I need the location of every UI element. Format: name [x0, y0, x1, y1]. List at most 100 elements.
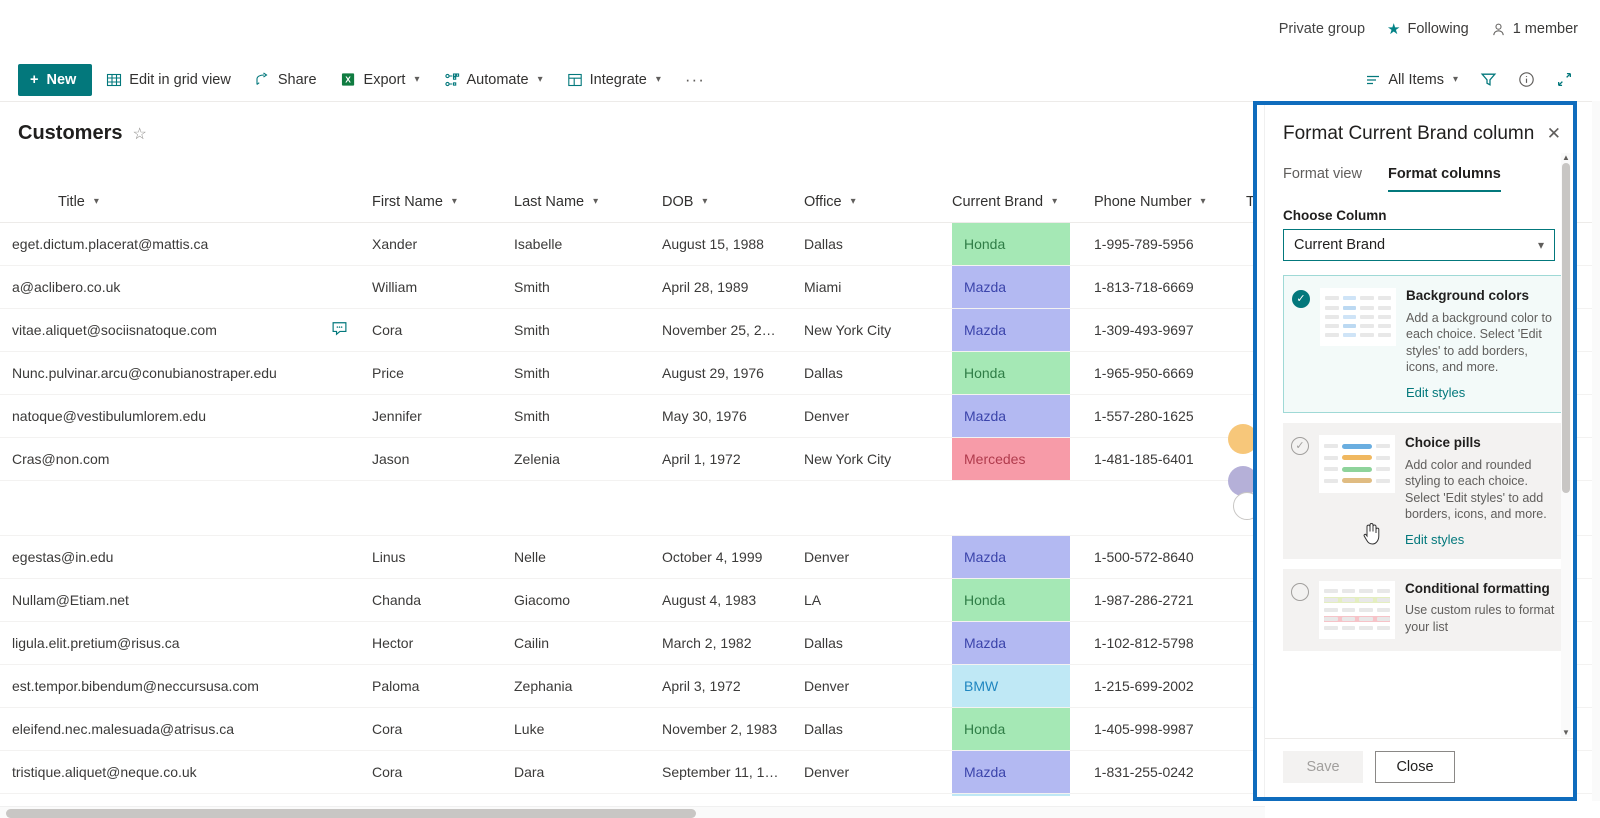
spacer-cell	[0, 480, 360, 536]
radio-unselected-icon[interactable]	[1291, 582, 1309, 601]
cell-value: eget.dictum.placerat@mattis.ca	[12, 235, 209, 252]
tab-format-view[interactable]: Format view	[1283, 166, 1362, 192]
comment-icon[interactable]	[331, 320, 348, 340]
cell-value: ligula.elit.pretium@risus.ca	[12, 634, 180, 651]
view-selector-button[interactable]: All Items ▾	[1355, 64, 1468, 96]
column-header-office[interactable]: Office ▾	[792, 182, 940, 223]
cell-office: Denver	[792, 750, 940, 794]
column-header-current-brand[interactable]: Current Brand ▾	[940, 182, 1082, 223]
brand-badge: Mercedes	[952, 437, 1070, 479]
cell-dob: November 2, 1983	[650, 707, 792, 751]
scroll-up-arrow-icon[interactable]: ▲	[1562, 153, 1570, 162]
tab-label: Format columns	[1387, 165, 1501, 182]
scrollbar-thumb[interactable]	[6, 809, 696, 818]
option-choice-pills[interactable]: ✓ Choice pills Add color and rounded sty…	[1283, 422, 1567, 559]
new-label: New	[46, 71, 77, 88]
save-button[interactable]: Save	[1283, 751, 1363, 783]
option-background-colors[interactable]: ✓ Background colors Add a background col…	[1283, 274, 1567, 413]
close-button[interactable]: Close	[1375, 751, 1455, 783]
info-icon[interactable]	[1508, 64, 1544, 96]
column-header-title[interactable]: Title ▾	[0, 182, 360, 223]
cell-title[interactable]: augue@luctuslobortisClass.co.uk	[0, 793, 360, 796]
cell-title[interactable]: Cras@non.com	[0, 437, 360, 481]
cell-title[interactable]: tristique.aliquet@neque.co.uk	[0, 750, 360, 794]
cell-title[interactable]: eleifend.nec.malesuada@atrisus.ca	[0, 707, 360, 751]
cell-title[interactable]: natoque@vestibulumlorem.edu	[0, 394, 360, 438]
integrate-button[interactable]: Integrate ▾	[557, 64, 671, 96]
cell-title[interactable]: a@aclibero.co.uk	[0, 265, 360, 309]
cell-dob: June 19, 1983	[650, 793, 792, 796]
command-bar: + New Edit in grid view Share X Export ▾…	[0, 58, 1600, 102]
column-header-first-name[interactable]: First Name ▾	[360, 182, 502, 223]
brand-badge: BMW	[952, 793, 1070, 796]
cell-title[interactable]: vitae.aliquet@sociisnatoque.com	[0, 308, 360, 352]
cell-dob: August 15, 1988	[650, 222, 792, 266]
cell-title[interactable]: Nunc.pulvinar.arcu@conubianostraper.edu	[0, 351, 360, 395]
cell-last-name: Smith	[502, 351, 650, 395]
cell-phone-number: 1-405-998-9987	[1082, 707, 1234, 751]
cell-phone-number: 1-813-718-6669	[1082, 265, 1234, 309]
column-header-phone-number[interactable]: Phone Number ▾	[1082, 182, 1234, 223]
option-conditional-formatting[interactable]: Conditional formatting Use custom rules …	[1283, 568, 1567, 651]
chevron-down-icon: ▾	[1052, 196, 1058, 207]
brand-badge: BMW	[952, 664, 1070, 706]
edit-styles-link[interactable]: Edit styles	[1405, 532, 1557, 547]
more-commands-button[interactable]: ···	[675, 70, 715, 90]
cell-office: Denver	[792, 664, 940, 708]
cell-first-name: Xander	[360, 222, 502, 266]
column-header-label: Office	[804, 193, 842, 210]
cell-first-name: Price	[360, 351, 502, 395]
chevron-down-icon: ▾	[1200, 196, 1206, 207]
cell-last-name: Blossom	[502, 793, 650, 796]
brand-badge: Honda	[952, 351, 1070, 393]
export-button[interactable]: X Export ▾	[331, 64, 430, 96]
cell-title[interactable]: eget.dictum.placerat@mattis.ca	[0, 222, 360, 266]
tab-format-columns[interactable]: Format columns	[1387, 165, 1501, 192]
option-name: Choice pills	[1405, 434, 1481, 450]
cell-last-name: Luke	[502, 707, 650, 751]
column-header-label: Phone Number	[1094, 193, 1192, 210]
filter-icon[interactable]	[1470, 64, 1506, 96]
expand-icon[interactable]	[1546, 64, 1582, 96]
members-button[interactable]: 1 member	[1491, 21, 1578, 37]
star-icon: ★	[1387, 20, 1401, 38]
privacy-label: Private group	[1279, 21, 1365, 37]
edit-styles-link[interactable]: Edit styles	[1406, 385, 1556, 400]
edit-in-grid-view-button[interactable]: Edit in grid view	[96, 64, 241, 96]
cell-title[interactable]: ligula.elit.pretium@risus.ca	[0, 621, 360, 665]
cell-phone-number: 1-500-572-8640	[1082, 535, 1234, 579]
cell-current-brand: Honda	[940, 707, 1082, 751]
choose-column-dropdown[interactable]: Current Brand ▾	[1283, 228, 1555, 261]
cell-title[interactable]: egestas@in.edu	[0, 535, 360, 579]
close-icon[interactable]: ✕	[1541, 123, 1567, 144]
horizontal-scrollbar[interactable]	[0, 806, 1265, 818]
column-header-last-name[interactable]: Last Name ▾	[502, 182, 650, 223]
column-header-dob[interactable]: DOB ▾	[650, 182, 792, 223]
favorite-star-icon[interactable]: ☆	[132, 124, 146, 144]
cell-value: Nullam@Etiam.net	[12, 591, 129, 608]
excel-icon: X	[341, 72, 357, 88]
radio-unselected-icon[interactable]: ✓	[1291, 436, 1309, 455]
new-button[interactable]: + New	[18, 63, 93, 96]
cell-last-name: Zephania	[502, 664, 650, 708]
automate-button[interactable]: Automate ▾	[434, 64, 553, 96]
cell-title[interactable]: est.tempor.bibendum@neccursusa.com	[0, 664, 360, 708]
page-scrollbar[interactable]	[1592, 101, 1600, 801]
cell-first-name: Linus	[360, 535, 502, 579]
panel-scrollbar[interactable]: ▲ ▼	[1561, 153, 1571, 737]
following-button[interactable]: ★ Following	[1387, 21, 1469, 37]
panel-title: Format Current Brand column	[1283, 123, 1535, 144]
spacer-cell	[940, 480, 1082, 536]
export-label: Export	[363, 71, 406, 88]
cell-dob: August 29, 1976	[650, 351, 792, 395]
cell-title[interactable]: Nullam@Etiam.net	[0, 578, 360, 622]
cell-dob: April 28, 1989	[650, 265, 792, 309]
format-column-panel-highlight: Format Current Brand column ✕ Format vie…	[1253, 101, 1577, 801]
scrollbar-thumb[interactable]	[1562, 163, 1570, 493]
cell-current-brand: Mazda	[940, 621, 1082, 665]
scroll-down-arrow-icon[interactable]: ▼	[1562, 728, 1570, 737]
option-name: Background colors	[1406, 287, 1530, 303]
radio-selected-icon[interactable]: ✓	[1292, 289, 1310, 308]
share-button[interactable]: Share	[245, 64, 327, 96]
chevron-down-icon: ▾	[850, 196, 856, 207]
